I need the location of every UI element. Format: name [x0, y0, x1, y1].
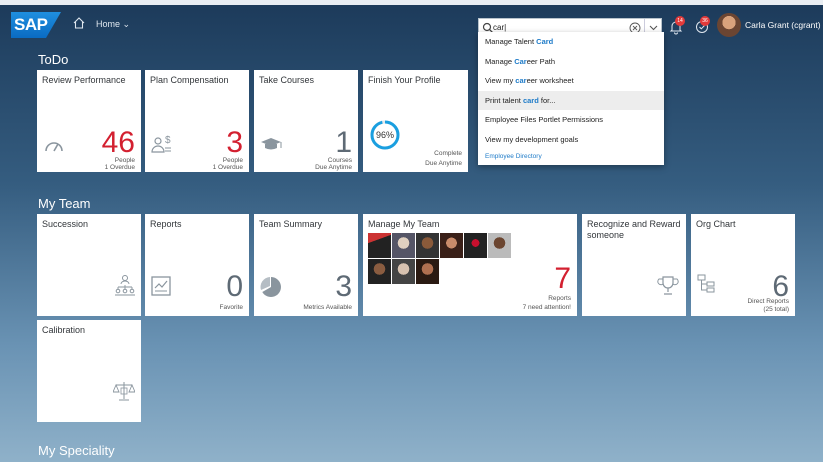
tile-finish-profile[interactable]: Finish Your Profile 96% Complete Due Any…: [363, 70, 468, 172]
approvals-count-badge: 36: [700, 16, 710, 26]
employee-directory-link[interactable]: Employee Directory: [478, 149, 664, 165]
tile-footer: 1 Overdue: [212, 164, 243, 171]
suggestion-item[interactable]: View my development goals: [478, 130, 664, 150]
tile-title: Recognize and Reward someone: [587, 219, 681, 240]
pie-chart-icon: [260, 276, 282, 298]
tile-team-summary[interactable]: Team Summary 3 Metrics Available: [254, 214, 358, 316]
tile-footer: Due Anytime: [315, 164, 352, 171]
notifications-bell-icon[interactable]: 14: [668, 16, 685, 35]
tile-review-performance[interactable]: Review Performance 46 People 1 Overdue: [37, 70, 141, 172]
team-member-photo[interactable]: [392, 259, 415, 284]
org-chart-icon: [697, 274, 715, 294]
trophy-icon: [657, 276, 679, 296]
team-member-photo[interactable]: [392, 233, 415, 258]
tile-reports[interactable]: Reports 0 Favorite: [145, 214, 249, 316]
notification-count-badge: 14: [675, 16, 685, 26]
tile-org-chart[interactable]: Org Chart 6 Direct Reports (25 total): [691, 214, 795, 316]
suggestion-item[interactable]: Manage Talent Card: [478, 32, 664, 52]
shell-bar: SAP Home ⌄ car| 14 36 Carla Grant (cgran…: [0, 5, 823, 38]
balance-scale-icon: [113, 380, 135, 402]
team-member-photo[interactable]: [488, 233, 511, 258]
search-input[interactable]: car|: [493, 23, 506, 32]
sap-logo[interactable]: SAP: [11, 12, 61, 38]
tile-value: 46: [101, 126, 135, 159]
tile-title: Calibration: [42, 325, 86, 335]
compensation-icon: $: [151, 134, 173, 154]
progress-percent: 96%: [375, 130, 394, 140]
tile-unit: Favorite: [219, 304, 243, 311]
user-name-menu[interactable]: Carla Grant (cgrant): [745, 20, 821, 30]
suggestion-item-highlighted[interactable]: Print talent card for...: [478, 90, 664, 110]
tile-footer: (25 total): [763, 306, 789, 313]
tile-calibration[interactable]: Calibration: [37, 320, 141, 422]
team-member-photo[interactable]: [464, 233, 487, 258]
user-avatar[interactable]: [717, 13, 741, 37]
tile-footer: Due Anytime: [425, 160, 462, 167]
section-title-my-speciality: My Speciality: [38, 443, 115, 458]
report-chart-icon: [151, 276, 171, 296]
home-menu-button[interactable]: Home ⌄: [96, 19, 130, 30]
tile-value: 0: [226, 270, 243, 303]
team-member-photo[interactable]: [416, 233, 439, 258]
graduation-cap-icon: [260, 136, 284, 154]
team-member-photo[interactable]: [368, 259, 391, 284]
tile-manage-my-team[interactable]: Manage My Team 7 Reports 7 need attentio…: [363, 214, 577, 316]
approvals-icon[interactable]: 36: [694, 16, 710, 35]
hierarchy-people-icon: [115, 274, 135, 296]
team-member-photo[interactable]: [416, 259, 439, 284]
team-member-photo[interactable]: [368, 233, 391, 258]
tile-title: Manage My Team: [368, 219, 440, 229]
section-title-my-team: My Team: [38, 196, 91, 211]
search-suggestions-dropdown: Manage Talent Card Manage Career Path Vi…: [478, 32, 664, 165]
tile-title: Finish Your Profile: [368, 75, 441, 85]
tile-unit: Metrics Available: [303, 304, 352, 311]
tile-unit: People: [114, 157, 135, 164]
tile-unit: Complete: [434, 150, 462, 157]
tile-title: Succession: [42, 219, 89, 229]
svg-text:$: $: [165, 135, 171, 146]
profile-progress-ring: 96%: [369, 119, 401, 151]
tile-value: 1: [335, 126, 352, 159]
tile-footer: 1 Overdue: [104, 164, 135, 171]
gauge-icon: [43, 136, 65, 154]
tile-title: Reports: [150, 219, 182, 229]
tile-value: 3: [335, 270, 352, 303]
suggestion-item[interactable]: View my career worksheet: [478, 71, 664, 91]
section-title-todo: ToDo: [38, 52, 69, 67]
tile-succession[interactable]: Succession: [37, 214, 141, 316]
suggestion-item[interactable]: Employee Files Portlet Permissions: [478, 110, 664, 130]
tile-unit: Direct Reports: [747, 298, 789, 305]
suggestion-item[interactable]: Manage Career Path: [478, 52, 664, 72]
tile-recognize-reward[interactable]: Recognize and Reward someone: [582, 214, 686, 316]
tile-title: Plan Compensation: [150, 75, 229, 85]
tile-value: 3: [226, 126, 243, 159]
tile-unit: Courses: [327, 157, 352, 164]
tile-unit: People: [222, 157, 243, 164]
team-member-photo[interactable]: [440, 233, 463, 258]
tile-title: Team Summary: [259, 219, 323, 229]
tile-title: Take Courses: [259, 75, 315, 85]
tile-value: 7: [554, 262, 571, 295]
tile-take-courses[interactable]: Take Courses 1 Courses Due Anytime: [254, 70, 358, 172]
tile-title: Review Performance: [42, 75, 126, 85]
tile-unit: Reports: [548, 295, 571, 302]
home-icon[interactable]: [72, 16, 86, 30]
tile-footer: 7 need attention!: [522, 304, 571, 311]
tile-title: Org Chart: [696, 219, 736, 229]
tile-plan-compensation[interactable]: Plan Compensation $ 3 People 1 Overdue: [145, 70, 249, 172]
